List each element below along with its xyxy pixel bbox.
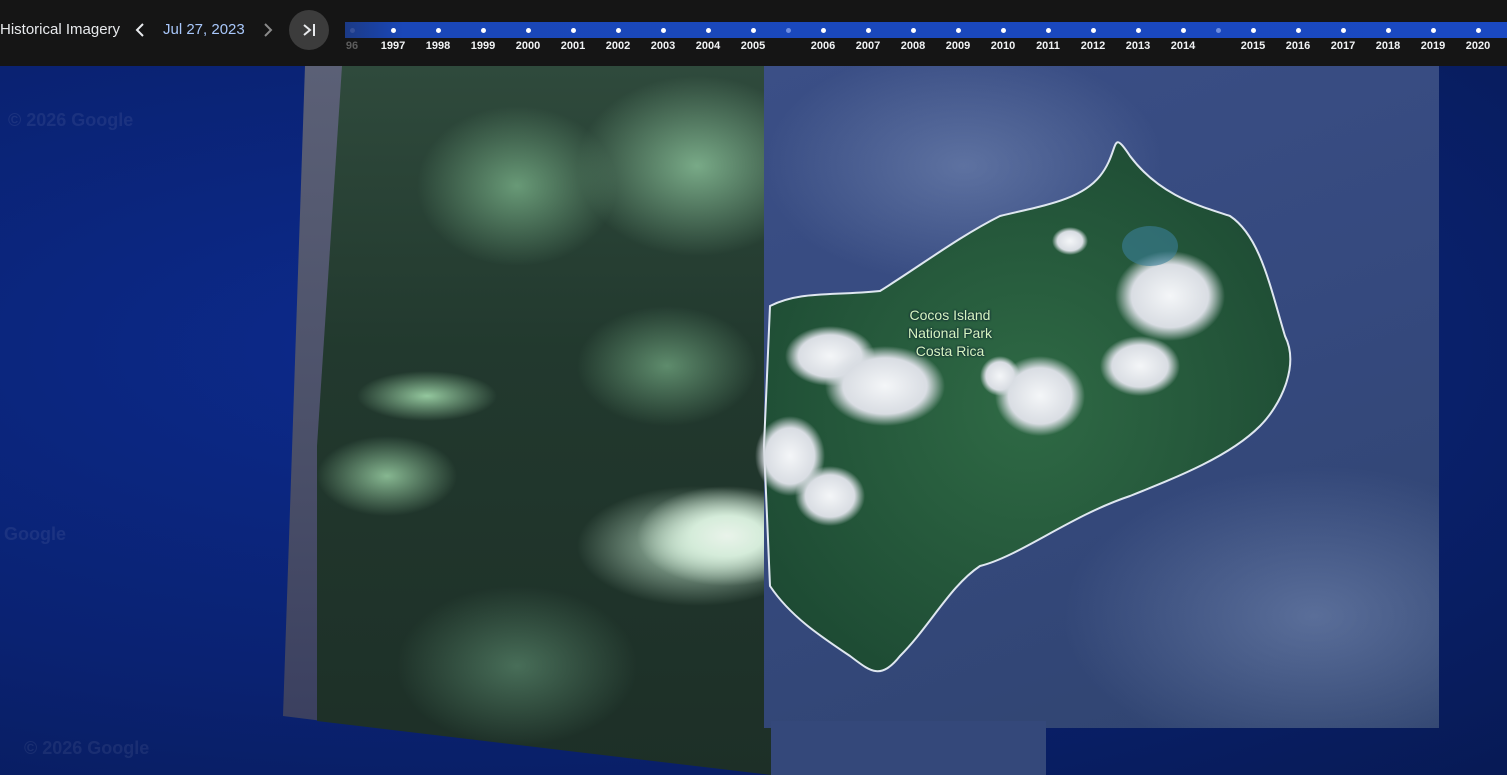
timeline-year-label[interactable]: 2002 <box>606 40 630 52</box>
timeline-track[interactable] <box>345 22 1507 38</box>
chevron-left-icon <box>135 23 144 37</box>
timeline-year-label[interactable]: 2020 <box>1466 40 1490 52</box>
timeline-year-label[interactable]: 2014 <box>1171 40 1195 52</box>
timeline-tick[interactable] <box>1341 28 1346 33</box>
satellite-map[interactable]: Cocos Island National Park Costa Rica © … <box>0 66 1507 775</box>
place-label[interactable]: Cocos Island National Park Costa Rica <box>903 306 997 360</box>
timeline-year-label[interactable]: 2016 <box>1286 40 1310 52</box>
timeline-tick[interactable] <box>706 28 711 33</box>
timeline-tick[interactable] <box>350 28 355 33</box>
timeline-tick[interactable] <box>526 28 531 33</box>
timeline-tick[interactable] <box>786 28 791 33</box>
timeline-year-label[interactable]: 2011 <box>1036 40 1060 52</box>
timeline-year-label[interactable]: 2006 <box>811 40 835 52</box>
timeline-year-label[interactable]: 2013 <box>1126 40 1150 52</box>
timeline-year-label[interactable]: 2018 <box>1376 40 1400 52</box>
timeline-tick[interactable] <box>616 28 621 33</box>
next-date-button[interactable] <box>257 18 279 42</box>
timeline-tick[interactable] <box>436 28 441 33</box>
timeline-year-label[interactable]: 2005 <box>741 40 765 52</box>
timeline-year-label[interactable]: 2004 <box>696 40 720 52</box>
timeline-year-label[interactable]: 2015 <box>1241 40 1265 52</box>
timeline-year-label[interactable]: 1997 <box>381 40 405 52</box>
timeline-year-label[interactable]: 1998 <box>426 40 450 52</box>
timeline-year-label[interactable]: 2019 <box>1421 40 1445 52</box>
place-label-line-2: National Park <box>907 325 993 341</box>
cocos-island-shape <box>755 141 1292 673</box>
timeline-tick[interactable] <box>1216 28 1221 33</box>
skip-to-latest-button[interactable] <box>289 10 329 50</box>
timeline-tick[interactable] <box>1431 28 1436 33</box>
timeline-tick[interactable] <box>911 28 916 33</box>
timeline-year-label[interactable]: 2008 <box>901 40 925 52</box>
map-watermark: Google <box>4 524 66 544</box>
current-date[interactable]: Jul 27, 2023 <box>163 21 245 38</box>
timeline-year-label[interactable]: 1999 <box>471 40 495 52</box>
map-watermark: © 2026 Google <box>8 110 134 130</box>
timeline-tick[interactable] <box>661 28 666 33</box>
timeline-year-label[interactable]: 2009 <box>946 40 970 52</box>
timeline-tick[interactable] <box>481 28 486 33</box>
timeline-tick[interactable] <box>1251 28 1256 33</box>
chevron-right-icon <box>264 23 273 37</box>
historical-imagery-toolbar: Historical Imagery Jul 27, 2023 96 1997 19… <box>0 0 1507 66</box>
timeline-tick[interactable] <box>866 28 871 33</box>
timeline-tick[interactable] <box>1046 28 1051 33</box>
timeline-year-label[interactable]: 2000 <box>516 40 540 52</box>
place-label-line-3: Costa Rica <box>915 343 985 359</box>
timeline-tick[interactable] <box>1296 28 1301 33</box>
timeline-year-label[interactable]: 2012 <box>1081 40 1105 52</box>
timeline-year-label[interactable]: 2010 <box>991 40 1015 52</box>
timeline-tick[interactable] <box>821 28 826 33</box>
skip-to-latest-icon <box>303 24 315 36</box>
toolbar-title: Historical Imagery <box>0 21 121 38</box>
map-watermark: © 2026 Google <box>24 738 150 758</box>
timeline-tick[interactable] <box>1386 28 1391 33</box>
place-label-line-1: Cocos Island <box>909 307 991 323</box>
timeline-year-label[interactable]: 2007 <box>856 40 880 52</box>
timeline-tick[interactable] <box>391 28 396 33</box>
previous-date-button[interactable] <box>129 18 151 42</box>
timeline-tick[interactable] <box>751 28 756 33</box>
timeline-tick[interactable] <box>1001 28 1006 33</box>
timeline-tick[interactable] <box>1136 28 1141 33</box>
timeline-year-label[interactable]: 2017 <box>1331 40 1355 52</box>
timeline-tick[interactable] <box>1476 28 1481 33</box>
timeline-tick[interactable] <box>956 28 961 33</box>
timeline-year-label[interactable]: 96 <box>346 40 358 52</box>
timeline-tick[interactable] <box>1181 28 1186 33</box>
timeline-year-label[interactable]: 2003 <box>651 40 675 52</box>
timeline-tick[interactable] <box>1091 28 1096 33</box>
timeline-tick[interactable] <box>571 28 576 33</box>
timeline-year-label[interactable]: 2001 <box>561 40 585 52</box>
